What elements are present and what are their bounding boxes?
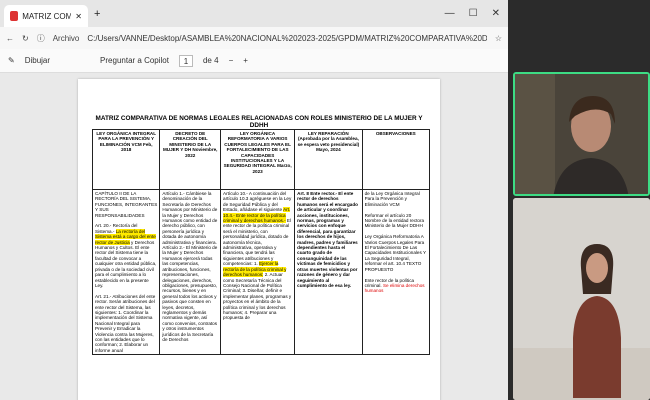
- table-cell: de la Ley Orgánica Integral Para la Prev…: [361, 188, 431, 356]
- table-cell: Artículo 1.- Cámbiese la denominación de…: [159, 188, 222, 356]
- document-title: MATRIZ COMPARATIVA DE NORMAS LEGALES REL…: [95, 115, 423, 129]
- video-tile-active-speaker[interactable]: [513, 72, 650, 196]
- page-number-input[interactable]: 1: [178, 54, 193, 67]
- copilot-button[interactable]: Preguntar a Copilot: [100, 56, 169, 65]
- cell-text: Art. 21.- Atribuciones del ente rector. …: [95, 293, 156, 353]
- pdf-canvas[interactable]: MATRIZ COMPARATIVA DE NORMAS LEGALES REL…: [0, 73, 508, 400]
- table-cell: Art. 8 Ente rector.- El ente rector de d…: [294, 188, 363, 356]
- new-tab-icon[interactable]: +: [94, 8, 100, 20]
- info-icon[interactable]: ⓘ: [37, 33, 45, 44]
- tab-title: MATRIZ COMPARATIVA DE NO...: [22, 11, 72, 21]
- cell-text: 2. Actuar como Secretaría Técnica del Co…: [223, 272, 292, 321]
- maximize-icon[interactable]: ☐: [469, 8, 478, 19]
- browser-window: MATRIZ COMPARATIVA DE NO... ✕ + — ☐ ✕ ← …: [0, 0, 508, 400]
- url-field[interactable]: C:/Users/VANNE/Desktop/ASAMBLEA%20NACION…: [87, 34, 486, 43]
- header-cell: LEY ORGÁNICA REFORMATORIA A VARIOS CUERP…: [220, 129, 296, 190]
- draw-icon[interactable]: ✎: [8, 56, 15, 65]
- participant-video: [513, 198, 650, 400]
- zoom-in-icon[interactable]: +: [243, 56, 248, 65]
- header-cell: OBSERVACIONES: [361, 129, 431, 190]
- back-icon[interactable]: ←: [6, 34, 14, 43]
- address-label: Archivo: [52, 33, 80, 43]
- page-total: de 4: [202, 56, 219, 65]
- refresh-icon[interactable]: ↻: [22, 34, 29, 43]
- address-bar: ← ↻ ⓘ Archivo C:/Users/VANNE/Desktop/ASA…: [0, 27, 508, 49]
- pdf-icon: [10, 11, 19, 21]
- browser-tab[interactable]: MATRIZ COMPARATIVA DE NO... ✕: [4, 5, 88, 27]
- header-cell: LEY REPARACIÓN (Aprobada por la Asamblea…: [294, 129, 363, 190]
- cell-text: Ley Orgánica Reformatoria A Varios Cuerp…: [364, 234, 426, 272]
- draw-button[interactable]: Dibujar: [25, 56, 50, 65]
- close-window-icon[interactable]: ✕: [492, 8, 500, 19]
- participant-video: [515, 74, 648, 194]
- pdf-page: MATRIZ COMPARATIVA DE NORMAS LEGALES REL…: [78, 79, 440, 400]
- favorite-icon[interactable]: ☆: [495, 34, 502, 43]
- minimize-icon[interactable]: —: [445, 8, 455, 19]
- video-tile-participant[interactable]: [513, 198, 650, 400]
- zoom-out-icon[interactable]: −: [229, 56, 234, 65]
- header-cell: LEY ORGÁNICA INTEGRAL PARA LA PREVENCIÓN…: [91, 129, 161, 190]
- cell-text: Artículo 10.- A continuación del artícul…: [223, 191, 292, 213]
- cell-text: y Derechos Humanos y Cultos. El ente rec…: [95, 239, 157, 288]
- table-cell: Artículo 10.- A continuación del artícul…: [220, 188, 296, 356]
- cell-text: Reformar el artículo 20 Nombre de la ent…: [364, 212, 425, 229]
- cell-text: CAPÍTULO II DE LA RECTORÍA DEL SISTEMA, …: [95, 191, 158, 218]
- cell-text: de la Ley Orgánica Integral Para la Prev…: [364, 191, 420, 207]
- table-row: CAPÍTULO II DE LA RECTORÍA DEL SISTEMA, …: [91, 188, 431, 356]
- cell-text: El ente rector de la política criminal s…: [223, 218, 291, 267]
- close-tab-icon[interactable]: ✕: [75, 12, 82, 21]
- table-cell: CAPÍTULO II DE LA RECTORÍA DEL SISTEMA, …: [91, 188, 161, 356]
- cell-text: Artículo 1.- Cámbiese la denominación de…: [162, 191, 218, 342]
- comparison-table: LEY ORGÁNICA INTEGRAL PARA LA PREVENCIÓN…: [91, 129, 431, 356]
- pdf-toolbar: ✎ Dibujar Preguntar a Copilot 1 de 4 − +: [0, 49, 508, 73]
- cell-text: Art. 8 Ente rector.- El ente rector de d…: [297, 191, 358, 288]
- tab-bar: MATRIZ COMPARATIVA DE NO... ✕ + — ☐ ✕: [0, 0, 508, 27]
- table-header-row: LEY ORGÁNICA INTEGRAL PARA LA PREVENCIÓN…: [91, 129, 431, 190]
- header-cell: DECRETO DE CREACIÓN DEL MINISTERIO DE LA…: [159, 129, 222, 190]
